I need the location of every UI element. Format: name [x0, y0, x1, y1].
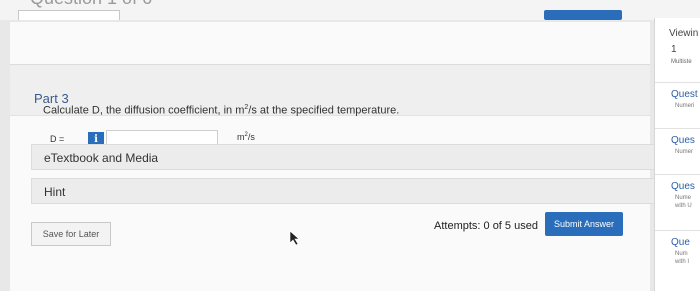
navigator-item[interactable]: Quest Numeri [655, 82, 700, 127]
variable-label: D = [50, 134, 65, 144]
navigator-item-type: Nume [675, 195, 692, 201]
navigator-item-type: Numeri [675, 103, 695, 109]
unit-end: /s [247, 132, 255, 142]
navigator-item[interactable]: Que Num with I [655, 230, 700, 275]
etextbook-media-link[interactable]: eTextbook and Media [31, 144, 657, 170]
current-question-number: 1 [671, 44, 677, 55]
navigator-current: Viewin 1 Multiste [655, 18, 700, 76]
prompt-start: Calculate D, the diffusion coefficient, … [43, 104, 245, 117]
attempts-counter: Attempts: 0 of 5 used [434, 220, 538, 232]
save-for-later-button[interactable]: Save for Later [31, 222, 111, 246]
navigator-item-type: Num [675, 251, 688, 257]
top-strip: Question 1 of 6 [0, 0, 700, 20]
hint-label: Hint [44, 185, 66, 199]
submit-answer-button[interactable]: Submit Answer [545, 212, 623, 236]
navigator-item-type-extra: with U [675, 203, 692, 209]
question-prompt: Calculate D, the diffusion coefficient, … [43, 104, 399, 117]
previous-part-field [18, 10, 120, 20]
page-title: Question 1 of 6 [30, 0, 152, 9]
viewing-label: Viewin [669, 28, 699, 39]
navigator-item-type: Numer [675, 149, 694, 155]
navigator-item-title: Ques [671, 181, 695, 192]
prompt-end: /s at the specified temperature. [248, 104, 400, 117]
navigator-item-title: Que [671, 237, 690, 248]
previous-part-button[interactable] [544, 10, 622, 20]
navigator-item-title: Ques [671, 135, 695, 146]
unit-base: m [237, 132, 245, 142]
navigator-item-type-extra: with I [675, 259, 690, 265]
navigator-item-title: Quest [671, 89, 698, 100]
navigator-item[interactable]: Ques Nume with U [655, 174, 700, 219]
mouse-cursor-icon [289, 230, 300, 246]
current-question-type: Multiste [671, 59, 692, 65]
navigator-item[interactable]: Ques Numer [655, 128, 700, 173]
hint-link[interactable]: Hint [31, 178, 657, 204]
unit-label: m2/s [237, 132, 255, 142]
etextbook-label: eTextbook and Media [44, 151, 159, 165]
question-navigator: Viewin 1 Multiste Quest Numeri Ques Nume… [654, 18, 700, 291]
